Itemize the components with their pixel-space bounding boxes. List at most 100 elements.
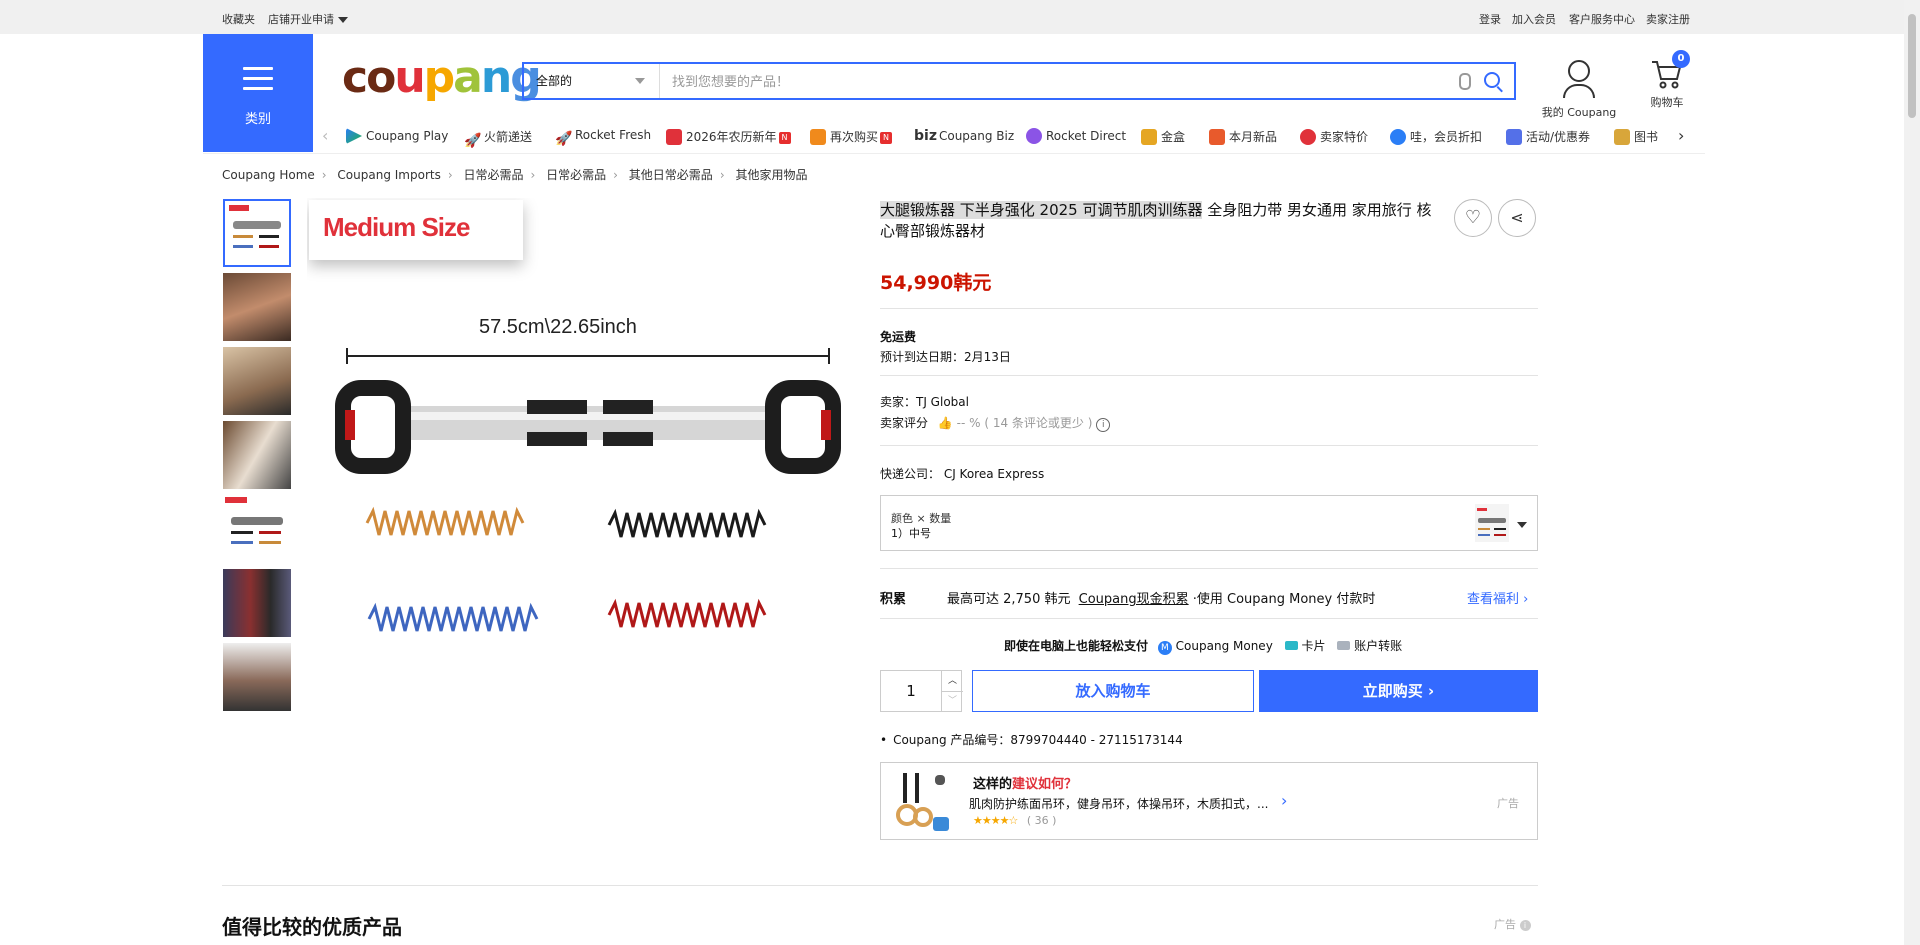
pay-note-label: 即使在电脑上也能轻松支付 (1004, 639, 1149, 653)
cart-button[interactable]: 购物车 (1638, 58, 1696, 110)
nav-prev-arrow-icon[interactable]: ‹ (322, 126, 328, 145)
product-thumbnail[interactable] (223, 347, 291, 415)
category-nav-strip: ‹ Coupang Play 🚀 火箭递送 🚀 Rocket Fresh 2026年… (322, 124, 1702, 148)
favorite-button[interactable]: ♡ (1454, 199, 1492, 237)
store-apply-link[interactable]: 店铺开业申请 (268, 11, 348, 27)
divider (880, 445, 1538, 446)
buy-now-button[interactable]: 立即购买 › (1259, 670, 1538, 712)
quantity-input[interactable]: 1 (881, 671, 941, 711)
seller-rating-count: ( 14 条评论或更少 ) (984, 416, 1093, 430)
discount-icon (1300, 129, 1316, 145)
nav-item-lunar-new-year[interactable]: 2026年农历新年 N (666, 128, 791, 145)
product-thumbnail[interactable] (223, 495, 291, 563)
product-title: 大腿锻炼器 下半身强化 2025 可调节肌肉训练器 全身阻力带 男女通用 家用旅… (880, 200, 1440, 242)
rebuy-icon (810, 129, 826, 145)
seller-rating-value: -- % (956, 416, 981, 430)
section-divider (222, 885, 1538, 886)
view-benefits-label: 查看福利 (1467, 592, 1520, 607)
customer-service-link[interactable]: 客户服务中心 (1569, 11, 1635, 27)
option-select[interactable]: 颜色 × 数量 1）中号 (880, 495, 1538, 551)
chevron-right-icon: › (1428, 682, 1435, 700)
rocket-icon: 🚀 (464, 133, 482, 148)
my-coupang-button[interactable]: 我的 Coupang (1536, 58, 1622, 120)
nav-item-rocket-delivery[interactable]: 🚀 火箭递送 (464, 128, 532, 148)
breadcrumb-item[interactable]: Coupang Imports (337, 168, 440, 182)
breadcrumb-item[interactable]: 其他家用物品 (735, 168, 807, 182)
nav-item-coupang-play[interactable]: Coupang Play (346, 128, 448, 144)
reward-label: 积累 (880, 592, 907, 607)
nav-item-events-coupons[interactable]: 活动/优惠券 (1506, 128, 1590, 145)
product-thumbnail[interactable] (223, 643, 291, 711)
info-icon[interactable]: i (1096, 418, 1111, 432)
nav-item-seller-deals[interactable]: 卖家特价 (1300, 128, 1368, 145)
quantity-decrease-button[interactable]: ﹀ (941, 691, 963, 711)
breadcrumb-item[interactable]: 其他日常必需品 (629, 168, 713, 182)
product-thumbnail[interactable] (223, 199, 291, 267)
info-icon[interactable]: i (1519, 920, 1531, 931)
search-category-select[interactable]: 全部的 (524, 64, 660, 98)
add-to-cart-button[interactable]: 放入购物车 (972, 670, 1254, 712)
breadcrumb-item[interactable]: 日常必需品 (463, 168, 523, 182)
breadcrumb-item[interactable]: 日常必需品 (546, 168, 606, 182)
my-coupang-label: 我的 Coupang (1541, 106, 1617, 119)
gold-box-icon (1141, 129, 1157, 145)
chevron-right-icon: › (447, 168, 453, 182)
nav-item-rocket-fresh[interactable]: 🚀 Rocket Fresh (555, 128, 651, 147)
coupang-logo[interactable]: coupang (342, 52, 542, 103)
product-thumbnail[interactable] (223, 273, 291, 341)
seller-rating: 卖家评分 👍 -- % ( 14 条评论或更少 ) i (880, 414, 1111, 432)
search-icon[interactable] (1484, 72, 1500, 88)
favorites-link[interactable]: 收藏夹 (222, 11, 255, 27)
reward-info: 最高可达 2,750 韩元 Coupang现金积累 ·使用 Coupang Mo… (947, 588, 1375, 607)
chevron-right-icon: › (1523, 592, 1529, 607)
store-apply-label: 店铺开业申请 (268, 13, 334, 26)
ad-rating: ★★★★☆ ( 36 ) (973, 814, 1056, 827)
share-button[interactable]: ⋖ (1498, 199, 1536, 237)
ad-title: 这样的建议如何？ (973, 773, 1077, 792)
chevron-down-icon (635, 78, 645, 84)
seller-signup-link[interactable]: 卖家注册 (1646, 11, 1690, 27)
product-main-image[interactable]: Medium Size 57.5cm\22.65inch (307, 198, 841, 668)
share-icon: ⋖ (1510, 208, 1524, 227)
ad-product-image (895, 771, 953, 833)
category-label: 类别 (244, 112, 271, 127)
nav-item-coupang-biz[interactable]: biz Coupang Biz (914, 128, 1014, 144)
product-thumbnail[interactable] (223, 569, 291, 637)
scrollbar-thumb[interactable] (1908, 14, 1916, 118)
nav-item-rocket-direct[interactable]: Rocket Direct (1026, 128, 1126, 144)
wow-icon (1390, 129, 1406, 145)
coupang-money-icon: M (1157, 641, 1172, 655)
login-link[interactable]: 登录 (1479, 11, 1501, 27)
nav-item-rebuy[interactable]: 再次购买 N (810, 128, 893, 145)
join-link[interactable]: 加入会员 (1512, 11, 1556, 27)
microphone-icon[interactable] (1459, 73, 1471, 90)
user-icon (1568, 60, 1590, 82)
category-button[interactable]: 类别 (203, 34, 313, 152)
view-benefits-link[interactable]: 查看福利 › (1467, 588, 1528, 607)
breadcrumb-item[interactable]: Coupang Home (222, 168, 315, 182)
divider (880, 375, 1538, 376)
search-input[interactable] (670, 68, 1434, 96)
scrollbar-track[interactable] (1904, 0, 1920, 945)
product-thumbnail[interactable] (223, 421, 291, 489)
thumbs-up-icon: 👍 (937, 416, 953, 430)
chevron-right-icon[interactable]: › (1281, 791, 1287, 810)
payment-note: 即使在电脑上也能轻松支付 M Coupang Money 卡片 账户转账 (1004, 637, 1402, 655)
nav-item-gold-box[interactable]: 金盒 (1141, 128, 1185, 145)
seller-name[interactable]: 卖家：TJ Global (880, 393, 969, 410)
chevron-right-icon: › (530, 168, 536, 182)
ad-title-highlight: 建议如何？ (1012, 777, 1078, 792)
header-divider (203, 153, 1705, 154)
recommendation-ad[interactable]: 这样的建议如何？ 肌肉防护练面吊环，健身吊环，体操吊环，木质扣式，... ★★★… (880, 762, 1538, 840)
nav-item-books[interactable]: 图书 (1614, 128, 1658, 145)
divider (880, 308, 1538, 309)
quantity-increase-button[interactable]: ︿ (941, 671, 963, 692)
nav-next-arrow-icon[interactable]: › (1678, 126, 1684, 145)
reward-link[interactable]: Coupang现金积累 (1079, 592, 1189, 607)
coupon-icon (1506, 129, 1522, 145)
bullet: • (880, 733, 888, 747)
cart-label: 购物车 (1650, 96, 1684, 109)
nav-item-wow-discount[interactable]: 哇，会员折扣 (1390, 128, 1482, 145)
nav-item-new-this-month[interactable]: 本月新品 (1209, 128, 1277, 145)
product-code: • Coupang 产品编号：8799704440 - 27115173144 (880, 731, 1183, 748)
